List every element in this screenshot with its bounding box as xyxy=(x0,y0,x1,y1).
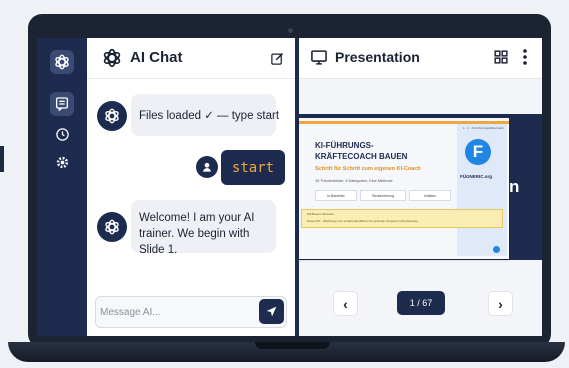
slide-corner-text: 1 · 1 · KI-Führungskräftecoach xyxy=(463,126,504,130)
prev-slide-button[interactable]: ‹ xyxy=(333,291,358,316)
history-icon xyxy=(55,127,69,141)
rail-logo-button[interactable] xyxy=(50,50,74,74)
send-button[interactable] xyxy=(259,299,284,324)
slide-subtitle: Schritt für Schritt zum eigenen KI-Coach xyxy=(315,166,421,172)
slide-title-line2: KRÄFTECOACH BAUEN xyxy=(315,152,408,161)
chat-icon xyxy=(56,97,68,112)
presentation-panel: Presentation n 1 · 1 · KI-Führungskräfte… xyxy=(299,38,542,336)
nav-rail xyxy=(37,38,87,336)
chat-title: AI Chat xyxy=(130,49,183,66)
laptop-notch xyxy=(255,342,330,349)
monitor-icon xyxy=(311,50,327,65)
user-message: start xyxy=(221,150,285,185)
grid-icon[interactable] xyxy=(494,50,508,64)
slide-note: Hilf Bauen Hinweise Diese KPI - Werkzeug… xyxy=(301,209,503,228)
next-slide-button[interactable]: › xyxy=(488,291,513,316)
edit-icon[interactable] xyxy=(270,51,285,66)
assistant-message: Files loaded ✓ — type start xyxy=(131,94,280,136)
slide-logo: F xyxy=(465,139,491,165)
slide-background-text: n xyxy=(509,177,520,196)
chat-panel: AI Chat Files loaded ✓ — type start star… xyxy=(87,38,295,336)
page-indicator: 1 / 67 xyxy=(397,291,445,315)
message-input-box xyxy=(95,296,287,328)
openai-logo-icon xyxy=(103,48,121,68)
edge-tab xyxy=(0,146,4,172)
openai-logo-icon xyxy=(105,219,119,235)
settings-icon xyxy=(56,156,68,168)
assistant-avatar xyxy=(97,101,127,131)
slide-small-line: 15 Themenfelder, 6 Kategorien, Eine Meth… xyxy=(315,179,393,183)
presentation-header: Presentation xyxy=(299,38,542,79)
slide-chip: In Bauleiter xyxy=(315,190,357,201)
slide-chip: Initiales xyxy=(409,190,451,201)
chat-header: AI Chat xyxy=(87,38,295,79)
app-screen: AI Chat Files loaded ✓ — type start star… xyxy=(37,38,542,336)
message-text: Welcome! I am your AI trainer. We begin … xyxy=(139,212,255,256)
rail-settings-button[interactable] xyxy=(50,150,74,174)
user-icon xyxy=(202,162,212,172)
slide-corner-dot xyxy=(493,246,500,253)
slide-brand: FÜGNERIC.org xyxy=(460,174,492,179)
presentation-title: Presentation xyxy=(335,49,420,65)
slide-title-line1: KI-FÜHRUNGS- xyxy=(315,141,374,150)
message-text: Files loaded ✓ — type start xyxy=(139,110,280,122)
slide-chip: Strukturierung xyxy=(360,190,406,201)
slide-note-text: Diese KPI - Werkzeug zum erstellt Handli… xyxy=(307,219,418,223)
rail-chat-button[interactable] xyxy=(50,92,74,116)
send-icon xyxy=(266,306,277,317)
laptop-camera xyxy=(288,28,293,33)
slide-preview[interactable]: 1 · 1 · KI-Führungskräftecoach FÜGNERIC.… xyxy=(299,118,509,259)
assistant-avatar xyxy=(97,212,127,242)
message-input[interactable] xyxy=(98,299,252,325)
openai-logo-icon xyxy=(55,54,69,70)
slide-note-title: Hilf Bauen Hinweise xyxy=(307,212,334,216)
assistant-message: Welcome! I am your AI trainer. We begin … xyxy=(131,200,276,256)
more-vertical-icon[interactable] xyxy=(522,49,528,65)
user-avatar xyxy=(196,156,218,178)
openai-logo-icon xyxy=(105,108,119,124)
rail-history-button[interactable] xyxy=(50,122,74,146)
